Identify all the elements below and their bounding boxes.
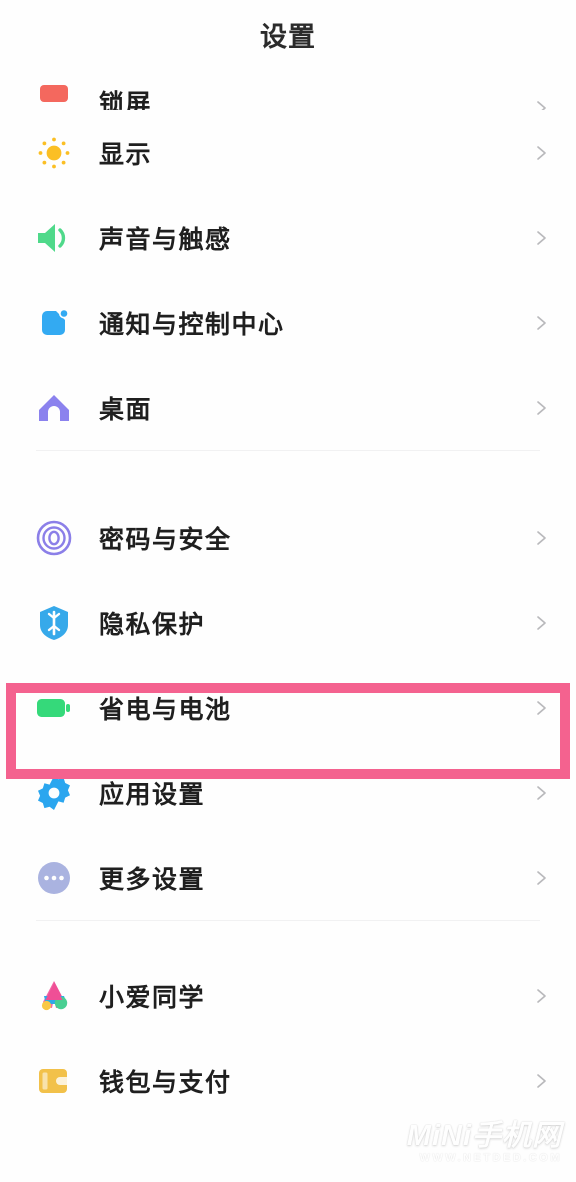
settings-row-sound-vibration[interactable]: 声音与触感	[0, 195, 576, 280]
settings-group-services: 小爱同学 钱包与支付	[0, 953, 576, 1123]
wallet-icon	[31, 1058, 77, 1104]
settings-row-label: 应用设置	[99, 780, 206, 809]
chevron-right-icon	[533, 615, 549, 631]
chevron-right-icon	[533, 530, 549, 546]
sound-vibration-icon	[31, 215, 77, 261]
section-gap-2	[0, 921, 576, 953]
chevron-right-icon	[533, 100, 549, 110]
chevron-right-icon	[533, 785, 549, 801]
settings-list: 锁屏 显示 声音与触感 通知与控制中心 桌面 密码与安全 隐私保护 省电与电池 …	[0, 62, 576, 1123]
settings-row-app-settings[interactable]: 应用设置	[0, 750, 576, 835]
settings-row-label: 更多设置	[99, 865, 206, 894]
display-icon	[31, 130, 77, 176]
settings-row-label: 小爱同学	[99, 983, 206, 1012]
chevron-right-icon	[533, 315, 549, 331]
lockscreen-icon	[31, 70, 77, 110]
settings-row-label: 锁屏	[99, 90, 153, 110]
settings-row-label: 隐私保护	[99, 610, 206, 639]
settings-row-label: 显示	[99, 140, 153, 169]
settings-group-system: 锁屏 显示 声音与触感 通知与控制中心 桌面	[0, 62, 576, 450]
chevron-right-icon	[533, 230, 549, 246]
settings-row-privacy-protection[interactable]: 隐私保护	[0, 580, 576, 665]
settings-row-password-security[interactable]: 密码与安全	[0, 495, 576, 580]
site-watermark: MiNi手机网 WWW.NETDED.COM	[407, 1122, 562, 1164]
settings-row-home-screen[interactable]: 桌面	[0, 365, 576, 450]
gear-icon	[31, 770, 77, 816]
settings-row-label: 密码与安全	[99, 525, 232, 554]
home-screen-icon	[31, 385, 77, 431]
privacy-shield-icon	[31, 600, 77, 646]
settings-row-more-settings[interactable]: 更多设置	[0, 835, 576, 920]
settings-row-notification-control-center[interactable]: 通知与控制中心	[0, 280, 576, 365]
chevron-right-icon	[533, 700, 549, 716]
settings-row-label: 省电与电池	[99, 695, 232, 724]
chevron-right-icon	[533, 1073, 549, 1089]
section-gap-1	[0, 451, 576, 495]
more-dots-icon	[31, 855, 77, 901]
chevron-right-icon	[533, 988, 549, 1004]
notification-icon	[31, 300, 77, 346]
page-title: 设置	[260, 21, 316, 52]
settings-screen: 设置 锁屏 显示 声音与触感 通知与控制中心 桌面 密码与安全 隐私保护 省电与…	[0, 0, 576, 1182]
screen-header: 设置	[0, 0, 576, 68]
settings-row-display[interactable]: 显示	[0, 110, 576, 195]
watermark-main-text: MiNi手机网	[406, 1120, 562, 1152]
settings-row-label: 声音与触感	[99, 225, 232, 254]
settings-row-label: 钱包与支付	[99, 1068, 232, 1097]
battery-icon	[31, 685, 77, 731]
watermark-sub-text: WWW.NETDED.COM	[419, 1152, 562, 1164]
settings-row-wallet-payment[interactable]: 钱包与支付	[0, 1038, 576, 1123]
xiaoai-assistant-icon	[31, 973, 77, 1019]
chevron-right-icon	[533, 400, 549, 416]
settings-row-xiaoai-assistant[interactable]: 小爱同学	[0, 953, 576, 1038]
fingerprint-security-icon	[31, 515, 77, 561]
chevron-right-icon	[533, 145, 549, 161]
chevron-right-icon	[533, 870, 549, 886]
settings-row-lockscreen[interactable]: 锁屏	[0, 62, 576, 110]
settings-group-security: 密码与安全 隐私保护 省电与电池 应用设置 更多设置	[0, 495, 576, 920]
settings-row-label: 桌面	[99, 395, 153, 424]
settings-row-battery-saver[interactable]: 省电与电池	[0, 665, 576, 750]
settings-row-label: 通知与控制中心	[99, 310, 285, 339]
